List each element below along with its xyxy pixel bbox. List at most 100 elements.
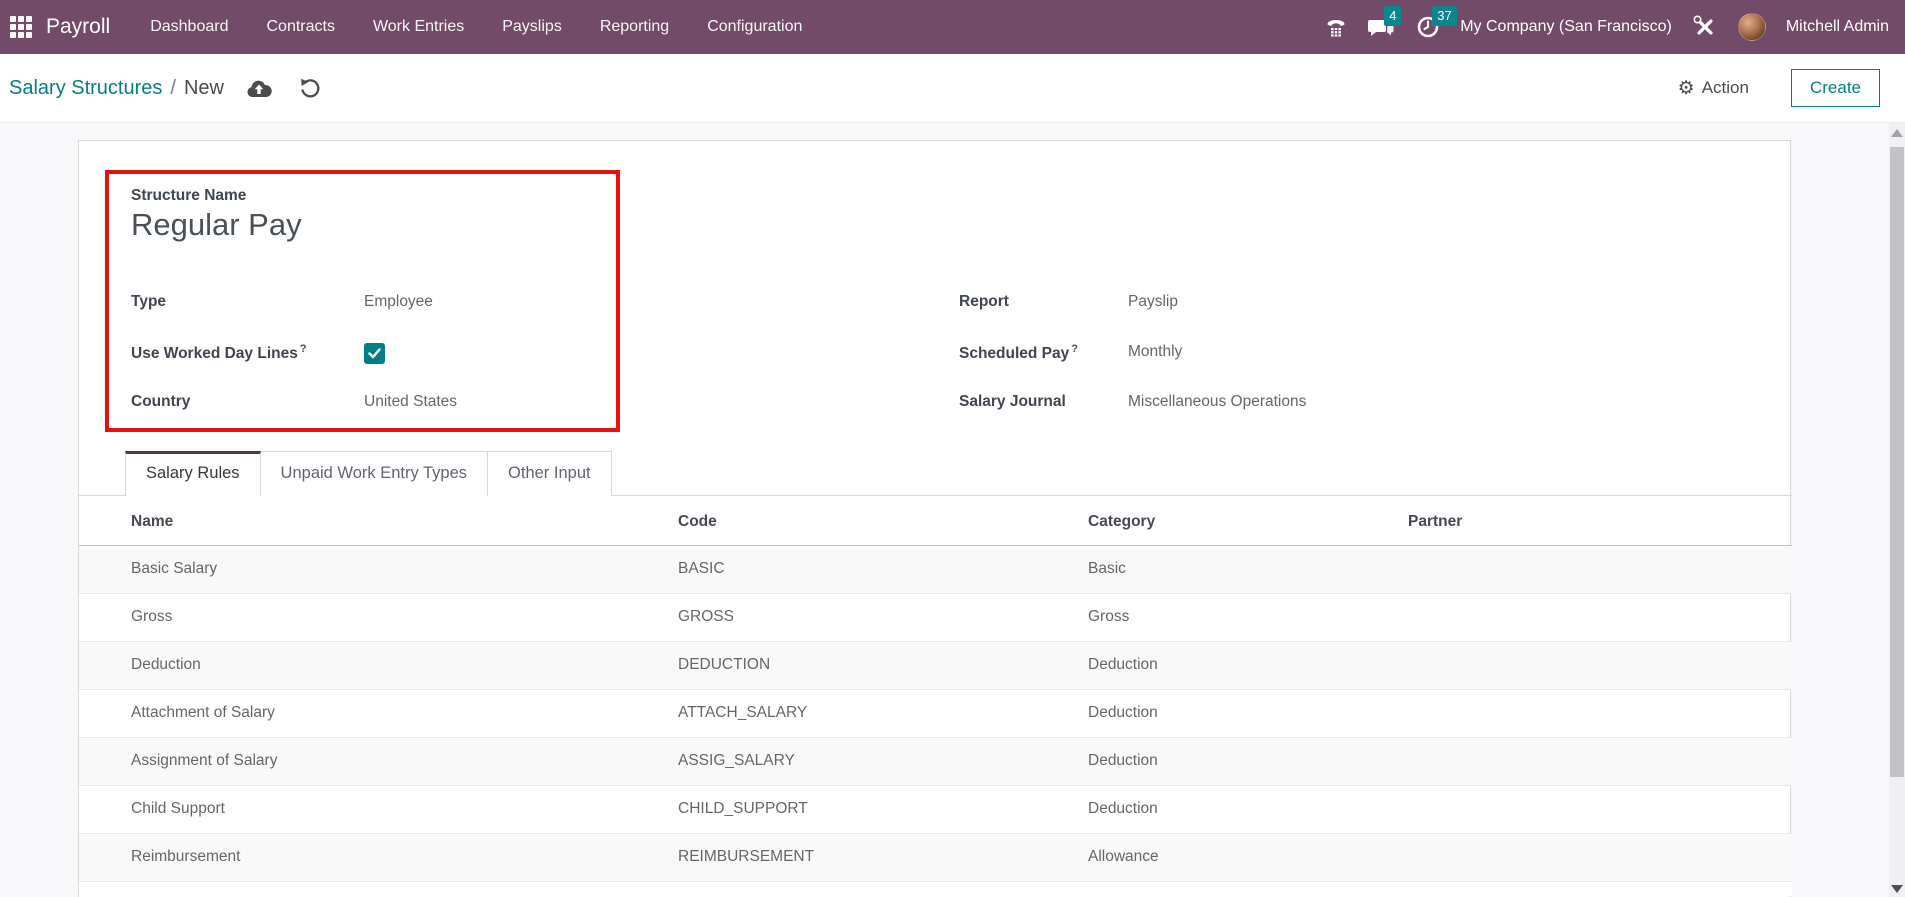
messages-icon[interactable]: 4	[1368, 15, 1396, 39]
report-field-row: Report Payslip	[959, 293, 1178, 311]
apps-menu-icon[interactable]	[10, 16, 32, 38]
worked-day-lines-checkbox[interactable]	[364, 343, 385, 364]
table-row[interactable]: Deduction DEDUCTION Deduction	[79, 641, 1792, 689]
cell-partner[interactable]	[1408, 785, 1792, 833]
tab-unpaid-work-entry-types[interactable]: Unpaid Work Entry Types	[261, 451, 488, 496]
menu-payslips[interactable]: Payslips	[502, 18, 562, 36]
cell-name[interactable]: Child Support	[79, 785, 678, 833]
menu-work-entries[interactable]: Work Entries	[373, 18, 464, 36]
breadcrumb-salary-structures[interactable]: Salary Structures	[9, 77, 162, 100]
report-label: Report	[959, 293, 1128, 311]
user-menu[interactable]: Mitchell Admin	[1786, 18, 1889, 36]
cell-category[interactable]: Basic	[1088, 545, 1408, 593]
cell-code[interactable]: ATTACH_SALARY	[678, 689, 1088, 737]
report-select[interactable]: Payslip	[1128, 293, 1178, 311]
cell-category[interactable]: Gross	[1088, 593, 1408, 641]
company-switcher[interactable]: My Company (San Francisco)	[1460, 18, 1672, 36]
cell-code[interactable]: REIMBURSEMENT	[678, 833, 1088, 881]
table-row[interactable]: Gross GROSS Gross	[79, 593, 1792, 641]
cell-code[interactable]: ASSIG_SALARY	[678, 737, 1088, 785]
help-question-icon: ?	[1071, 343, 1078, 355]
country-select[interactable]: United States	[364, 393, 457, 411]
discard-undo-icon[interactable]	[298, 76, 322, 100]
action-menu-button[interactable]: ⚙ Action	[1678, 78, 1749, 98]
cell-code[interactable]: GROSS	[678, 593, 1088, 641]
cell-partner[interactable]	[1408, 641, 1792, 689]
table-row[interactable]: Basic Salary BASIC Basic	[79, 545, 1792, 593]
worked-day-lines-field-row: Use Worked Day Lines?	[131, 343, 385, 364]
table-row[interactable]: Attachment of Salary ATTACH_SALARY Deduc…	[79, 689, 1792, 737]
scheduled-pay-label: Scheduled Pay?	[959, 343, 1128, 363]
country-label: Country	[131, 393, 364, 411]
scheduled-pay-select[interactable]: Monthly	[1128, 343, 1182, 363]
menu-reporting[interactable]: Reporting	[600, 18, 669, 36]
tab-other-input[interactable]: Other Input	[488, 451, 612, 496]
table-row[interactable]: Child Support CHILD_SUPPORT Deduction	[79, 785, 1792, 833]
column-header-partner[interactable]: Partner	[1408, 500, 1792, 545]
control-panel: Salary Structures / New ⚙ Action Create	[0, 54, 1905, 123]
scheduled-pay-field-row: Scheduled Pay? Monthly	[959, 343, 1182, 363]
column-header-name[interactable]: Name	[79, 500, 678, 545]
cell-partner[interactable]	[1408, 833, 1792, 881]
scrollbar-thumb[interactable]	[1890, 147, 1904, 777]
type-label: Type	[131, 293, 364, 311]
column-header-category[interactable]: Category	[1088, 500, 1408, 545]
salary-journal-select[interactable]: Miscellaneous Operations	[1128, 393, 1306, 411]
gear-icon: ⚙	[1678, 79, 1695, 98]
table-row-partial[interactable]	[79, 881, 1792, 896]
vertical-scrollbar[interactable]	[1889, 123, 1905, 897]
table-row[interactable]: Assignment of Salary ASSIG_SALARY Deduct…	[79, 737, 1792, 785]
table-row[interactable]: Reimbursement REIMBURSEMENT Allowance	[79, 833, 1792, 881]
menu-dashboard[interactable]: Dashboard	[150, 18, 228, 36]
app-name[interactable]: Payroll	[46, 15, 110, 39]
voip-phone-icon[interactable]	[1324, 15, 1348, 39]
breadcrumb-current: New	[184, 77, 224, 100]
cell-name[interactable]: Reimbursement	[79, 833, 678, 881]
main-menu: Dashboard Contracts Work Entries Payslip…	[150, 18, 802, 36]
breadcrumb: Salary Structures / New	[9, 77, 224, 100]
column-header-code[interactable]: Code	[678, 500, 1088, 545]
cell-partner[interactable]	[1408, 593, 1792, 641]
menu-contracts[interactable]: Contracts	[266, 18, 334, 36]
tab-salary-rules[interactable]: Salary Rules	[125, 451, 261, 496]
salary-journal-field-row: Salary Journal Miscellaneous Operations	[959, 393, 1306, 411]
structure-name-input[interactable]: Regular Pay	[131, 207, 302, 243]
cell-category[interactable]: Deduction	[1088, 641, 1408, 689]
table-header-row: Name Code Category Partner	[79, 500, 1792, 545]
country-field-row: Country United States	[131, 393, 457, 411]
action-label: Action	[1702, 78, 1749, 98]
scrollbar-down-arrow-icon[interactable]	[1891, 885, 1903, 893]
menu-configuration[interactable]: Configuration	[707, 18, 802, 36]
cell-partner[interactable]	[1408, 689, 1792, 737]
cell-partner[interactable]	[1408, 737, 1792, 785]
type-select[interactable]: Employee	[364, 293, 433, 311]
cell-category[interactable]: Deduction	[1088, 785, 1408, 833]
create-button[interactable]: Create	[1791, 69, 1880, 107]
cell-code[interactable]: DEDUCTION	[678, 641, 1088, 689]
scrollbar-up-arrow-icon[interactable]	[1891, 129, 1903, 137]
breadcrumb-separator: /	[170, 77, 176, 100]
cell-code[interactable]: CHILD_SUPPORT	[678, 785, 1088, 833]
activities-clock-icon[interactable]: 37	[1416, 15, 1440, 39]
help-question-icon: ?	[300, 343, 307, 355]
cell-partner[interactable]	[1408, 545, 1792, 593]
save-cloud-icon[interactable]	[246, 77, 272, 99]
cell-name[interactable]: Attachment of Salary	[79, 689, 678, 737]
user-avatar[interactable]	[1738, 13, 1766, 41]
debug-tools-icon[interactable]	[1692, 14, 1718, 40]
worked-day-lines-label: Use Worked Day Lines?	[131, 343, 364, 364]
systray: 4 37 My Company (San Francisco) Mitchell…	[1324, 13, 1889, 41]
messages-count-badge[interactable]: 4	[1384, 6, 1401, 26]
structure-name-label: Structure Name	[131, 187, 246, 205]
activities-count-badge[interactable]: 37	[1432, 6, 1456, 26]
cell-name[interactable]: Assignment of Salary	[79, 737, 678, 785]
cell-name[interactable]: Deduction	[79, 641, 678, 689]
cell-name[interactable]: Gross	[79, 593, 678, 641]
cell-code[interactable]: BASIC	[678, 545, 1088, 593]
notebook-tabs: Salary Rules Unpaid Work Entry Types Oth…	[79, 451, 1792, 496]
type-field-row: Type Employee	[131, 293, 433, 311]
cell-category[interactable]: Deduction	[1088, 689, 1408, 737]
cell-category[interactable]: Allowance	[1088, 833, 1408, 881]
cell-category[interactable]: Deduction	[1088, 737, 1408, 785]
cell-name[interactable]: Basic Salary	[79, 545, 678, 593]
